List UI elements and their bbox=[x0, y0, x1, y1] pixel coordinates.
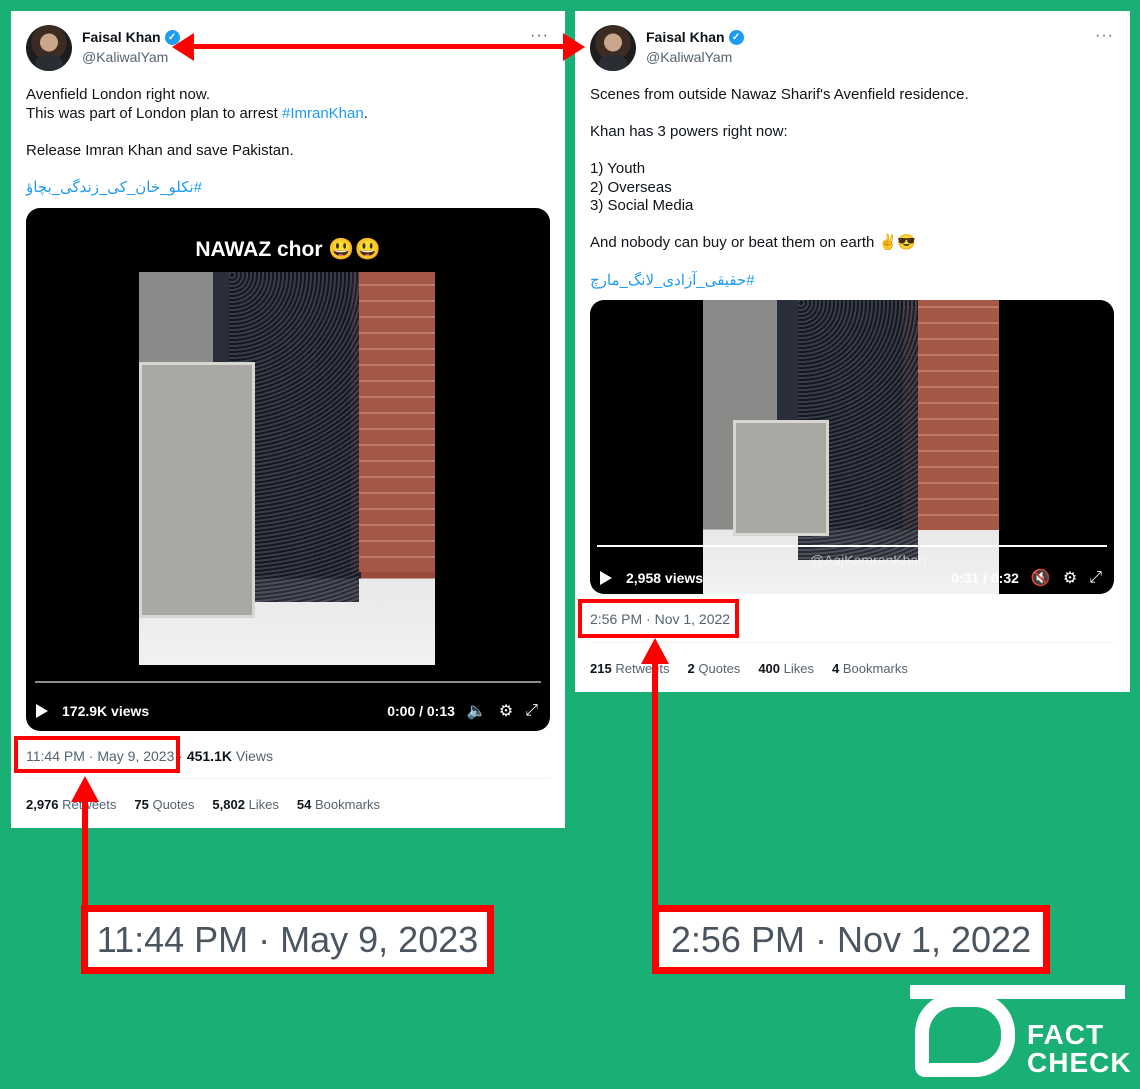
video-time: 0:00 / 0:13 bbox=[387, 703, 455, 719]
factcheck-logo: FACT CHECK bbox=[910, 985, 1135, 1080]
double-arrow-line bbox=[190, 44, 572, 49]
video-progress-bar[interactable] bbox=[35, 681, 541, 683]
logo-line-2: CHECK bbox=[1027, 1047, 1132, 1078]
arrow-right-head-icon bbox=[563, 33, 585, 61]
tweet-view-word: Views bbox=[235, 748, 273, 764]
tweet-stats: 215 Retweets 2 Quotes 400 Likes 4 Bookma… bbox=[590, 661, 908, 676]
tweet-text-line-1: Scenes from outside Nawaz Sharif's Avenf… bbox=[590, 86, 969, 103]
stat-quotes[interactable]: 2 Quotes bbox=[688, 661, 741, 676]
timestamp-highlight-left bbox=[14, 736, 180, 773]
arrow-up-line-right bbox=[652, 662, 658, 910]
list-item: 2) Overseas bbox=[590, 178, 672, 196]
video-player[interactable]: NAWAZ chor 😃😃 172.9K views 0:00 / 0:13 🔈… bbox=[26, 208, 550, 731]
arrow-up-line-left bbox=[82, 800, 88, 910]
video-progress-bar[interactable] bbox=[597, 545, 1107, 547]
stat-bookmarks[interactable]: 54 Bookmarks bbox=[297, 797, 380, 812]
tweet-card-left: Faisal Khan ✓ @KaliwalYam ··· Avenfield … bbox=[11, 11, 565, 828]
imrankhan-hashtag-link[interactable]: #ImranKhan bbox=[282, 105, 364, 122]
video-controls: 2,958 views 0:31 / 0:32 🔇 ⚙ ⤢ bbox=[600, 568, 1102, 588]
settings-gear-icon[interactable]: ⚙ bbox=[499, 701, 513, 721]
video-overlay-title: NAWAZ chor 😃😃 bbox=[195, 238, 381, 261]
video-views-count: 172.9K views bbox=[62, 703, 150, 719]
video-frame bbox=[703, 300, 999, 594]
author-avatar[interactable] bbox=[26, 25, 72, 71]
more-options-icon[interactable]: ··· bbox=[1095, 27, 1114, 45]
stat-likes[interactable]: 400 Likes bbox=[758, 661, 814, 676]
settings-gear-icon[interactable]: ⚙ bbox=[1063, 568, 1077, 588]
play-icon[interactable] bbox=[36, 704, 48, 718]
video-frame bbox=[139, 272, 435, 665]
author-handle[interactable]: @KaliwalYam bbox=[646, 49, 732, 65]
timestamp-highlight-right bbox=[578, 599, 739, 638]
fullscreen-icon[interactable]: ⤢ bbox=[1089, 569, 1102, 587]
video-watermark: @AajKamranKhan bbox=[809, 552, 926, 568]
enlarged-timestamp-left: 11:44 PM · May 9, 2023 bbox=[81, 905, 494, 974]
urdu-hashtag-link[interactable]: #نکلو_خان_کی_زندگی_بچاؤ bbox=[26, 178, 202, 196]
urdu-hashtag-link[interactable]: #حقیقی_آزادی_لانگ_مارچ bbox=[590, 271, 755, 289]
tweet-text-line-2-suffix: . bbox=[363, 104, 368, 122]
arrow-up-head-right-icon bbox=[641, 638, 669, 664]
tweet-text: Scenes from outside Nawaz Sharif's Avenf… bbox=[590, 86, 969, 253]
tweet-text-line-3: And nobody can buy or beat them on earth… bbox=[590, 234, 916, 251]
stat-likes[interactable]: 5,802 Likes bbox=[212, 797, 279, 812]
tweet-card-right: Faisal Khan ✓ @KaliwalYam ··· Scenes fro… bbox=[575, 11, 1130, 692]
video-time: 0:31 / 0:32 bbox=[951, 570, 1019, 586]
stat-quotes[interactable]: 75 Quotes bbox=[134, 797, 194, 812]
enlarged-timestamp-right: 2:56 PM · Nov 1, 2022 bbox=[652, 905, 1050, 974]
tweet-view-count: 451.1K bbox=[186, 748, 232, 764]
arrow-left-head-icon bbox=[172, 33, 194, 61]
volume-icon[interactable]: 🔈 bbox=[467, 701, 487, 721]
video-player[interactable]: @AajKamranKhan 2,958 views 0:31 / 0:32 🔇… bbox=[590, 300, 1114, 594]
list-item: 1) Youth bbox=[590, 160, 646, 177]
stat-bookmarks[interactable]: 4 Bookmarks bbox=[832, 661, 908, 676]
tweet-text-line-1: Avenfield London right now. bbox=[26, 86, 211, 103]
list-item: 3) Social Media bbox=[590, 197, 694, 214]
author-handle[interactable]: @KaliwalYam bbox=[82, 49, 168, 65]
mute-icon[interactable]: 🔇 bbox=[1031, 568, 1051, 588]
divider bbox=[26, 778, 550, 779]
tweet-text-line-2: Khan has 3 powers right now: bbox=[590, 123, 788, 140]
author-name[interactable]: Faisal Khan bbox=[646, 29, 725, 45]
tweet-text-line-2: This was part of London plan to arrest bbox=[26, 104, 282, 122]
author-name[interactable]: Faisal Khan bbox=[82, 29, 161, 45]
tweet-text: Avenfield London right now. This was part… bbox=[26, 86, 368, 160]
tweet-text-line-3: Release Imran Khan and save Pakistan. bbox=[26, 141, 294, 159]
verified-badge-icon: ✓ bbox=[728, 29, 744, 45]
video-controls: 172.9K views 0:00 / 0:13 🔈 ⚙ ⤢ bbox=[36, 701, 538, 721]
play-icon[interactable] bbox=[600, 571, 612, 585]
video-views-count: 2,958 views bbox=[626, 570, 704, 586]
fullscreen-icon[interactable]: ⤢ bbox=[525, 702, 538, 720]
author-avatar[interactable] bbox=[590, 25, 636, 71]
arrow-up-head-left-icon bbox=[71, 776, 99, 802]
more-options-icon[interactable]: ··· bbox=[530, 27, 549, 45]
logo-line-1: FACT bbox=[1027, 1019, 1105, 1050]
